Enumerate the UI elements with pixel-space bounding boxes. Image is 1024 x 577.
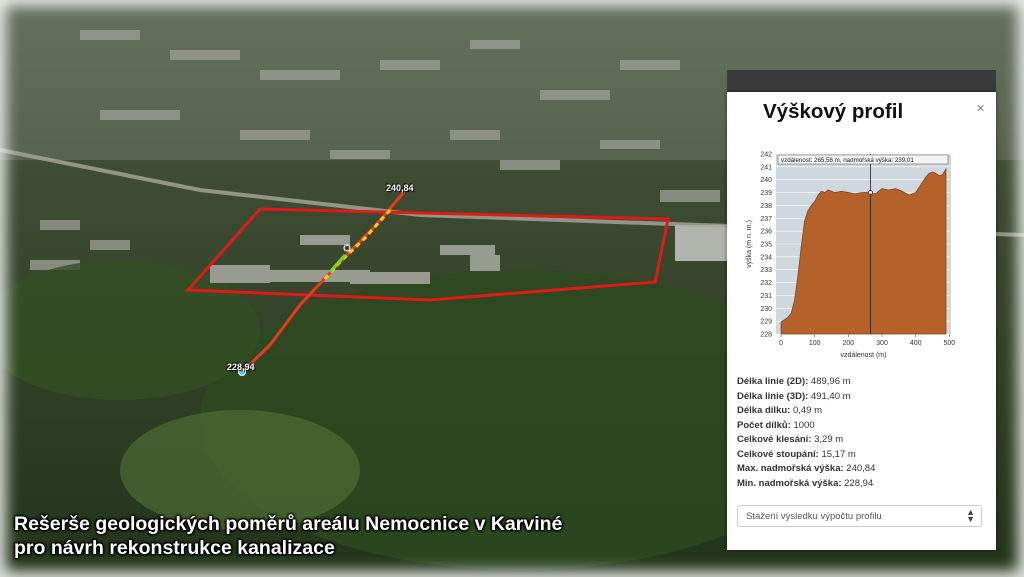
screen: 240,84 228,94 Rešerše geologických poměr… xyxy=(0,0,1024,577)
start-elevation-label: 240,84 xyxy=(386,183,414,193)
y-tick-label: 238 xyxy=(760,203,772,210)
stat-value: 240,84 xyxy=(843,463,876,474)
stat-label: Min. nadmořská výška: xyxy=(737,477,842,489)
x-tick-label: 200 xyxy=(843,340,855,347)
stat-row: Počet dílků: 1000 xyxy=(737,419,875,434)
close-icon[interactable]: ✕ xyxy=(976,104,986,115)
y-tick-label: 236 xyxy=(760,229,772,236)
y-tick-label: 235 xyxy=(760,242,772,249)
stat-label: Délka dílku: xyxy=(737,405,791,416)
y-tick-label: 233 xyxy=(760,267,772,274)
y-tick-label: 230 xyxy=(760,306,772,313)
stat-label: Počet dílků: xyxy=(737,419,791,431)
stat-row: Délka linie (3D): 491,40 m xyxy=(737,390,875,405)
x-tick-label: 400 xyxy=(910,340,922,347)
select-arrows-icon: ▲ ▼ xyxy=(966,507,975,524)
caption-line-1: Rešerše geologických poměrů areálu Nemoc… xyxy=(14,513,563,535)
stat-value: 491,40 m xyxy=(808,390,851,402)
caption-line-2: pro návrh rekonstrukce kanalizace xyxy=(14,537,335,559)
stat-label: Max. nadmořská výška: xyxy=(737,463,844,474)
download-select-label: Stažení výsledku výpočtu profilu xyxy=(746,511,882,522)
stat-row: Max. nadmořská výška: 240,84 xyxy=(737,462,875,477)
y-tick-label: 242 xyxy=(760,152,772,159)
y-tick-label: 239 xyxy=(760,190,772,197)
x-tick-label: 300 xyxy=(876,340,888,347)
panel-title: Výškový profil xyxy=(763,100,904,123)
profile-stats: Délka linie (2D): 489,96 m Délka linie (3… xyxy=(737,375,875,491)
elevation-profile-panel: Výškový profil ✕ 228 229 230 231 232 233 234 23… xyxy=(727,92,996,550)
y-tick-label: 228 xyxy=(760,332,772,339)
x-tick-label: 100 xyxy=(809,340,821,347)
stat-value: 228,94 xyxy=(841,477,874,489)
stat-row: Délka dílku: 0,49 m xyxy=(737,404,875,419)
stat-label: Celkové klesání: xyxy=(737,434,812,445)
y-tick-label: 232 xyxy=(760,280,772,287)
y-tick-label: 229 xyxy=(760,319,772,326)
stat-row: Celkové klesání: 3,29 m xyxy=(737,433,875,448)
stat-label: Celkové stoupání: xyxy=(737,448,819,460)
x-tick-label: 0 xyxy=(779,340,783,347)
tooltip-text: vzdálenost: 265,56 m, nadmořská výška: 2… xyxy=(781,157,914,164)
stat-label: Délka linie (3D): xyxy=(737,390,809,402)
stat-value: 1000 xyxy=(790,419,815,431)
stat-value: 3,29 m xyxy=(811,434,844,445)
caption: Rešerše geologických poměrů areálu Nemoc… xyxy=(14,512,562,560)
stat-row: Celkové stoupání: 15,17 m xyxy=(737,448,875,463)
stat-value: 15,17 m xyxy=(818,448,856,460)
y-axis-label: výška (m n. m.) xyxy=(746,220,753,268)
stat-row: Délka linie (2D): 489,96 m xyxy=(737,375,875,390)
y-tick-label: 231 xyxy=(760,293,772,300)
panel-header-bar xyxy=(727,70,996,92)
y-tick-label: 237 xyxy=(760,216,772,223)
y-tick-label: 241 xyxy=(760,164,772,171)
stat-row: Min. nadmořská výška: 228,94 xyxy=(737,477,875,492)
y-tick-label: 240 xyxy=(760,177,772,184)
stat-value: 489,96 m xyxy=(808,376,851,387)
stat-label: Délka linie (2D): xyxy=(737,376,809,387)
x-axis-label: vzdálenost (m) xyxy=(841,352,887,359)
x-tick-label: 500 xyxy=(943,340,955,347)
download-result-select[interactable]: Stažení výsledku výpočtu profilu ▲ ▼ xyxy=(737,505,982,527)
end-elevation-label: 228,94 xyxy=(227,362,255,372)
cursor-point xyxy=(868,190,873,195)
y-tick-label: 234 xyxy=(760,254,772,261)
elevation-chart[interactable]: 228 229 230 231 232 233 234 235 236 237 238 239 240 2… xyxy=(741,148,966,370)
stat-value: 0,49 m xyxy=(790,405,823,416)
